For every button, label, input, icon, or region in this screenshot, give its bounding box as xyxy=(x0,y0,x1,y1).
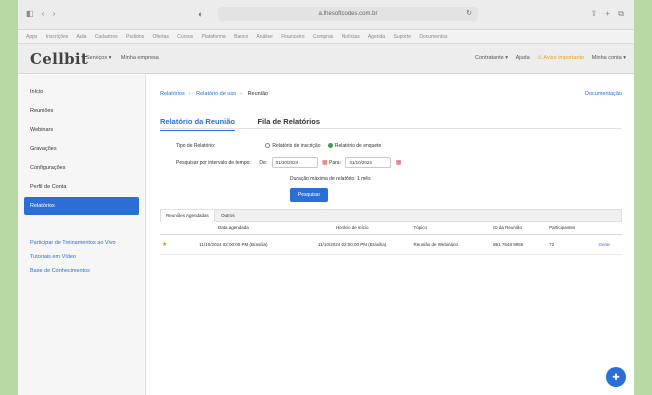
sidebar-toggle-icon[interactable]: ◧ xyxy=(26,9,34,18)
bookmark-item[interactable]: Compras xyxy=(313,34,333,40)
generate-report-link[interactable]: Gerar xyxy=(596,234,622,255)
bookmark-item[interactable]: Financeiro xyxy=(281,34,304,40)
search-button[interactable]: Pesquisar xyxy=(290,188,328,202)
reload-icon[interactable]: ↻ xyxy=(466,7,472,21)
menu-account[interactable]: Minha conta ▾ xyxy=(592,55,626,61)
sidebar: Início Reuniões Webinars Gravações Confi… xyxy=(18,75,146,395)
forward-icon[interactable]: › xyxy=(53,9,56,18)
header-right-menu: Contratante ▾ Ajuda ⚠ Aviso importante M… xyxy=(469,55,626,61)
cell-participants: 72 xyxy=(547,234,597,255)
app-window: ◧ ‹ › ◐ a.thesoftcodes.com.br ↻ ⇪ + ⧉ Ap… xyxy=(18,0,634,395)
menu-help[interactable]: Ajuda xyxy=(516,55,530,61)
bookmark-item[interactable]: Ofertas xyxy=(153,34,169,40)
new-tab-icon[interactable]: + xyxy=(605,9,610,18)
to-label: Para: xyxy=(329,159,341,166)
bookmark-item[interactable]: Notícias xyxy=(342,34,360,40)
col-scheduled-date[interactable]: Data agendada xyxy=(174,222,293,235)
tab-others[interactable]: Outros xyxy=(216,210,240,222)
bookmark-item[interactable]: Aula xyxy=(76,34,86,40)
tabs-overview-icon[interactable]: ⧉ xyxy=(618,9,624,18)
report-type-row: Tipo de Relatório: Relatório de inscriçã… xyxy=(176,143,381,149)
bookmarks-bar: Apps Inscrições Aula Cadastros Pedidos O… xyxy=(18,30,634,44)
sidebar-link-knowledge-base[interactable]: Base de Conhecimentos xyxy=(18,264,145,278)
menu-services[interactable]: Serviços ▾ xyxy=(86,55,111,61)
header-menu: Serviços ▾ Minha empresa xyxy=(86,55,167,61)
bookmark-item[interactable]: Agenda xyxy=(368,34,385,40)
page-body: Início Reuniões Webinars Gravações Confi… xyxy=(18,75,634,395)
bookmark-item[interactable]: Inscrições xyxy=(46,34,69,40)
address-bar[interactable]: a.thesoftcodes.com.br ↻ xyxy=(218,7,478,21)
bookmark-item[interactable]: Análise xyxy=(256,34,272,40)
bookmark-item[interactable]: Pedidos xyxy=(126,34,144,40)
tab-scheduled-meetings[interactable]: Reuniões Agendadas xyxy=(161,210,215,222)
radio-registration[interactable] xyxy=(265,143,271,149)
cell-topic: Reunião de Webinário xyxy=(411,234,492,255)
star-icon[interactable]: ★ xyxy=(160,234,174,255)
sidebar-item-webinars[interactable]: Webinars xyxy=(24,121,139,139)
col-action xyxy=(596,222,622,235)
calendar-icon[interactable]: ▦ xyxy=(322,160,328,166)
results-tabs: Reuniões Agendadas Outros xyxy=(160,209,622,222)
cell-meeting-id: 861 7548 9956 xyxy=(491,234,548,255)
bookmark-item[interactable]: Suporte xyxy=(393,34,411,40)
col-topic[interactable]: Tópico xyxy=(411,222,492,235)
sidebar-item-home[interactable]: Início xyxy=(24,83,139,101)
col-meeting-id[interactable]: ID da Reunião xyxy=(491,222,548,235)
calendar-icon[interactable]: ▦ xyxy=(396,160,402,166)
report-type-label: Tipo de Relatório: xyxy=(176,143,216,149)
radio-poll[interactable] xyxy=(327,143,333,149)
main-content: Relatórios › Relatório de uso › Reunião Do… xyxy=(146,75,634,395)
bookmark-item[interactable]: Cursos xyxy=(177,34,193,40)
duration-hint: Duração máxima de relatório: 1 mês xyxy=(290,176,371,182)
browser-actions: ⇪ + ⧉ xyxy=(584,9,624,19)
from-label: De: xyxy=(259,159,268,166)
radio-poll-label[interactable]: Relatório de enquete xyxy=(335,143,381,149)
breadcrumb-current: Reunião xyxy=(247,91,269,97)
date-range-label: Pesquisar por intervalo de tempo: xyxy=(176,159,251,166)
sidebar-link-live-training[interactable]: Participar de Treinamentos ao Vivo xyxy=(18,236,145,250)
breadcrumb-reports[interactable]: Relatórios xyxy=(160,91,185,97)
sidebar-item-account-profile[interactable]: Perfil de Conta xyxy=(24,178,139,196)
bookmark-item[interactable]: Banco xyxy=(234,34,248,40)
to-date-input[interactable]: 31/10/2024 xyxy=(345,157,392,168)
breadcrumb: Relatórios › Relatório de uso › Reunião xyxy=(160,91,269,97)
from-date-input[interactable]: 01/10/2024 xyxy=(271,157,318,168)
browser-nav: ◧ ‹ › xyxy=(26,9,61,18)
app-logo[interactable]: Cellbit xyxy=(30,50,88,68)
bookmark-item[interactable]: Cadastros xyxy=(95,34,118,40)
bookmark-item[interactable]: Apps xyxy=(26,34,37,40)
report-tabs: Relatório da Reunião Fila de Relatórios xyxy=(160,111,338,131)
sidebar-item-reports[interactable]: Relatórios xyxy=(24,197,139,215)
radio-registration-label[interactable]: Relatório de inscrição xyxy=(272,143,320,149)
bookmark-item[interactable]: Plataforma xyxy=(202,34,226,40)
notice-link[interactable]: ⚠ Aviso importante xyxy=(537,55,584,61)
table-row: ★ 11/10/2024 02:00:00 PM (Brasília) 11/1… xyxy=(160,234,622,255)
menu-company[interactable]: Minha empresa xyxy=(121,55,159,61)
documentation-link[interactable]: Documentação xyxy=(585,91,622,97)
sidebar-link-video-tutorials[interactable]: Tutoriais em Vídeo xyxy=(18,250,145,264)
results-table: Data agendada Horário de início Tópico I… xyxy=(160,222,622,255)
cell-scheduled-date: 11/10/2024 02:00:00 PM (Brasília) xyxy=(174,234,293,255)
col-start-time[interactable]: Horário de início xyxy=(292,222,412,235)
results-panel: Reuniões Agendadas Outros Data agendada … xyxy=(160,209,622,255)
date-range-row: Pesquisar por intervalo de tempo: De: 01… xyxy=(176,157,401,168)
browser-toolbar: ◧ ‹ › ◐ a.thesoftcodes.com.br ↻ ⇪ + ⧉ xyxy=(18,0,634,30)
share-icon[interactable]: ⇪ xyxy=(590,9,597,18)
privacy-shield-icon[interactable]: ◐ xyxy=(198,9,203,19)
app-header: Cellbit Serviços ▾ Minha empresa Contrat… xyxy=(18,44,634,74)
menu-contractor[interactable]: Contratante ▾ xyxy=(475,55,508,61)
bookmark-item[interactable]: Documentos xyxy=(419,34,447,40)
sidebar-item-settings[interactable]: Configurações xyxy=(24,159,139,177)
back-icon[interactable]: ‹ xyxy=(42,9,45,18)
breadcrumb-usage[interactable]: Relatório de uso xyxy=(196,91,236,97)
col-participants[interactable]: Participantes xyxy=(547,222,597,235)
chat-icon: ✚ xyxy=(612,372,620,382)
help-chat-button[interactable]: ✚ xyxy=(606,367,626,387)
sidebar-item-meetings[interactable]: Reuniões xyxy=(24,102,139,120)
cell-start-time: 11/10/2024 02:00:00 PM (Brasília) xyxy=(292,234,412,255)
sidebar-item-recordings[interactable]: Gravações xyxy=(24,140,139,158)
url-text: a.thesoftcodes.com.br xyxy=(318,11,378,17)
